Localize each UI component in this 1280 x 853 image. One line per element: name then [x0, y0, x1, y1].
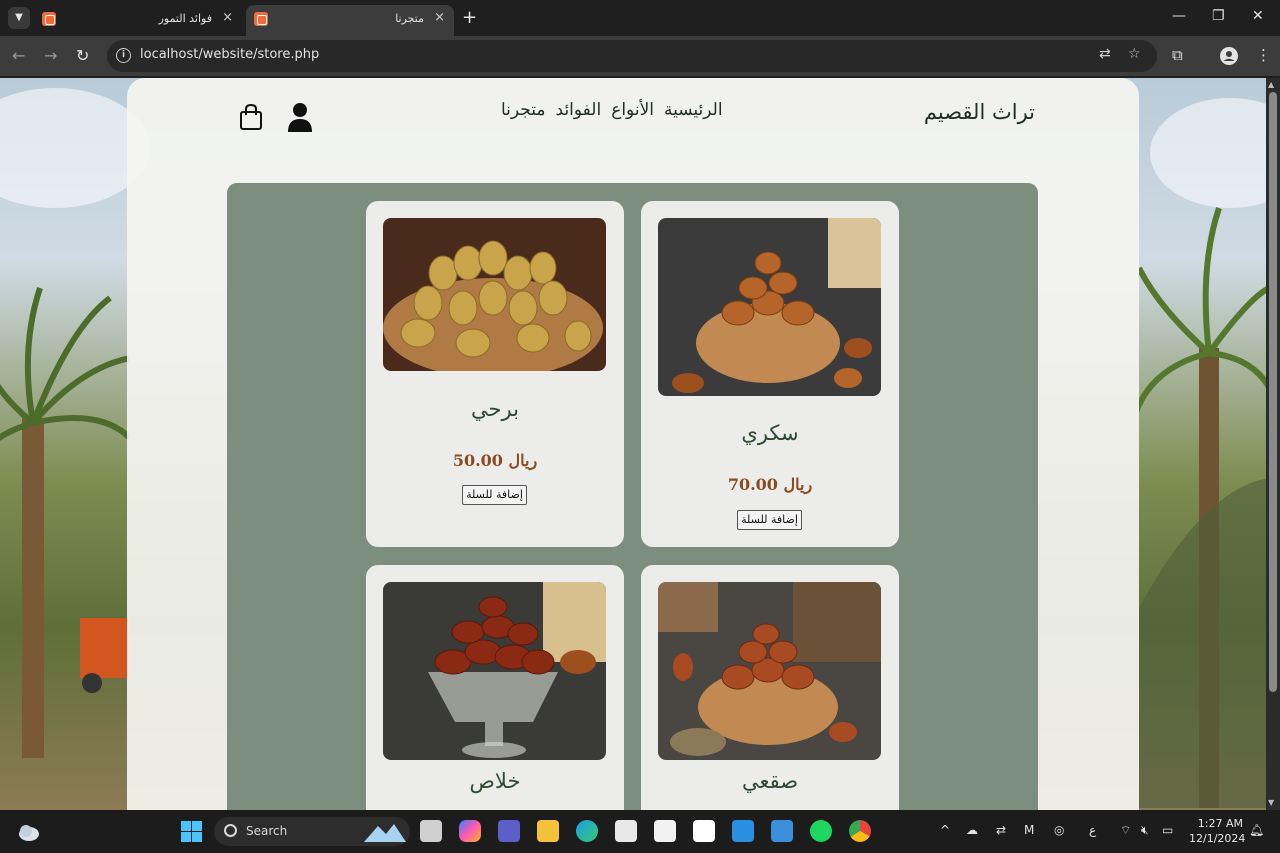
tray-headset-icon[interactable]: ◎	[1054, 823, 1064, 837]
os-taskbar: Search ^ ☁ ⇄ M ◎ ع ⌔ 🔇︎ ▭ 1:27 AM 12/1/2…	[0, 810, 1280, 853]
menu-kebab-icon[interactable]: ⋮	[1256, 46, 1271, 64]
nav-link-benefits[interactable]: الفوائد	[556, 100, 602, 120]
wifi-icon[interactable]: ⌔	[1120, 823, 1131, 838]
reload-icon[interactable]: ↻	[76, 46, 89, 65]
product-price: ريال 70.00	[727, 475, 813, 494]
new-tab-icon[interactable]: +	[462, 7, 477, 28]
minimize-icon[interactable]: —	[1172, 8, 1186, 24]
site-brand[interactable]: تراث القصيم	[924, 100, 1035, 124]
bookmark-star-icon[interactable]: ☆	[1128, 46, 1141, 62]
product-card: سكري ريال 70.00 إضافة للسلة	[641, 201, 899, 547]
main-nav: الرئيسية الأنواع الفوائد متجرنا	[501, 100, 723, 120]
xampp-favicon-icon	[254, 12, 268, 26]
page-scrollbar[interactable]: ▲ ▼	[1266, 78, 1280, 810]
tab-title: فوائد التمور	[158, 12, 212, 25]
product-image-sukkari	[658, 218, 881, 396]
keyboard-language[interactable]: ع	[1089, 823, 1096, 837]
tab-store[interactable]: متجرنا ×	[246, 5, 454, 36]
clock-date: 12/1/2024	[1189, 832, 1246, 845]
product-name: صقعي	[741, 769, 799, 793]
tab-title: متجرنا	[395, 12, 424, 25]
back-icon[interactable]: ←	[12, 46, 25, 65]
edge-icon[interactable]	[576, 820, 598, 842]
tab-close-icon[interactable]: ×	[222, 10, 233, 25]
product-card: برحي ريال 50.00 إضافة للسلة	[366, 201, 624, 547]
microsoft-store-icon[interactable]	[615, 820, 637, 842]
product-image-saqei	[658, 582, 881, 760]
windows-start-icon[interactable]	[181, 821, 202, 842]
forward-icon[interactable]: →	[44, 46, 57, 65]
shopping-bag-icon[interactable]	[239, 103, 263, 131]
nav-link-types[interactable]: الأنواع	[611, 100, 654, 120]
tab-benefits[interactable]: فوائد التمور ×	[34, 5, 242, 36]
page-container: تراث القصيم الرئيسية الأنواع الفوائد متج…	[127, 78, 1139, 810]
teams-icon[interactable]	[498, 820, 520, 842]
vscode-icon[interactable]	[732, 820, 754, 842]
chrome-icon[interactable]	[849, 820, 871, 842]
product-image-barhi	[383, 218, 606, 371]
restore-icon[interactable]: ❐	[1212, 8, 1225, 24]
nav-link-store[interactable]: متجرنا	[501, 100, 546, 120]
browser-tab-bar: ▼ فوائد التمور × متجرنا × + — ❐ ✕	[0, 0, 1280, 36]
gmail-app-icon[interactable]	[654, 820, 676, 842]
user-account-icon[interactable]	[287, 102, 313, 132]
product-card: صقعي	[641, 565, 899, 810]
site-info-icon[interactable]: i	[116, 48, 131, 63]
spotify-icon[interactable]	[810, 820, 832, 842]
browser-toolbar: ← → ↻ i localhost/website/store.php ⇄ ☆ …	[0, 36, 1280, 76]
scroll-down-icon[interactable]: ▼	[1268, 798, 1274, 807]
extensions-icon[interactable]: ⧉	[1172, 46, 1183, 64]
system-clock[interactable]: 1:27 AM 12/1/2024	[1189, 816, 1246, 846]
search-label: Search	[246, 824, 288, 838]
notification-bell-icon[interactable]: 🔔︎	[1249, 823, 1264, 837]
url-text[interactable]: localhost/website/store.php	[140, 47, 319, 62]
clock-time: 1:27 AM	[1197, 817, 1243, 830]
profile-icon[interactable]	[1220, 47, 1238, 65]
notion-icon[interactable]	[693, 820, 715, 842]
notepad-icon[interactable]	[771, 820, 793, 842]
tray-overflow-chevron-icon[interactable]: ^	[940, 823, 950, 837]
onedrive-cloud-icon[interactable]: ☁	[966, 823, 978, 837]
tab-search-chevron-icon[interactable]: ▼	[8, 7, 30, 29]
volume-muted-icon[interactable]: 🔇︎	[1141, 823, 1149, 838]
tray-sync-icon[interactable]: ⇄	[996, 823, 1006, 837]
translate-icon[interactable]: ⇄	[1099, 46, 1111, 62]
taskbar-search[interactable]: Search	[214, 817, 410, 846]
scroll-up-icon[interactable]: ▲	[1268, 80, 1274, 89]
search-highlight-mountain-icon	[364, 824, 406, 842]
product-name: برحي	[471, 397, 519, 421]
battery-icon[interactable]: ▭	[1162, 823, 1173, 837]
background-palm-right	[1139, 207, 1266, 808]
scroll-thumb[interactable]	[1269, 92, 1277, 692]
product-name: خلاص	[469, 769, 521, 793]
copilot-icon[interactable]	[459, 820, 481, 842]
tab-close-icon[interactable]: ×	[434, 10, 445, 25]
nav-link-home[interactable]: الرئيسية	[664, 100, 723, 120]
store-panel: برحي ريال 50.00 إضافة للسلة سكري ريال 70…	[227, 183, 1038, 810]
product-name: سكري	[741, 421, 799, 445]
address-bar[interactable]: i localhost/website/store.php ⇄ ☆	[107, 40, 1157, 72]
page-viewport: تراث القصيم الرئيسية الأنواع الفوائد متج…	[0, 78, 1266, 810]
task-view-icon[interactable]	[420, 820, 442, 842]
weather-cloud-icon[interactable]	[18, 822, 40, 842]
background-palm-left	[0, 287, 130, 758]
add-to-cart-button[interactable]: إضافة للسلة	[737, 510, 802, 530]
search-icon	[224, 824, 237, 837]
xampp-favicon-icon	[42, 12, 56, 26]
product-price: ريال 50.00	[452, 451, 538, 470]
product-card: خلاص	[366, 565, 624, 810]
tray-app-icon[interactable]: M	[1024, 823, 1034, 837]
file-explorer-icon[interactable]	[537, 820, 559, 842]
add-to-cart-button[interactable]: إضافة للسلة	[462, 485, 527, 505]
window-close-icon[interactable]: ✕	[1252, 8, 1264, 24]
product-image-khalas	[383, 582, 606, 760]
